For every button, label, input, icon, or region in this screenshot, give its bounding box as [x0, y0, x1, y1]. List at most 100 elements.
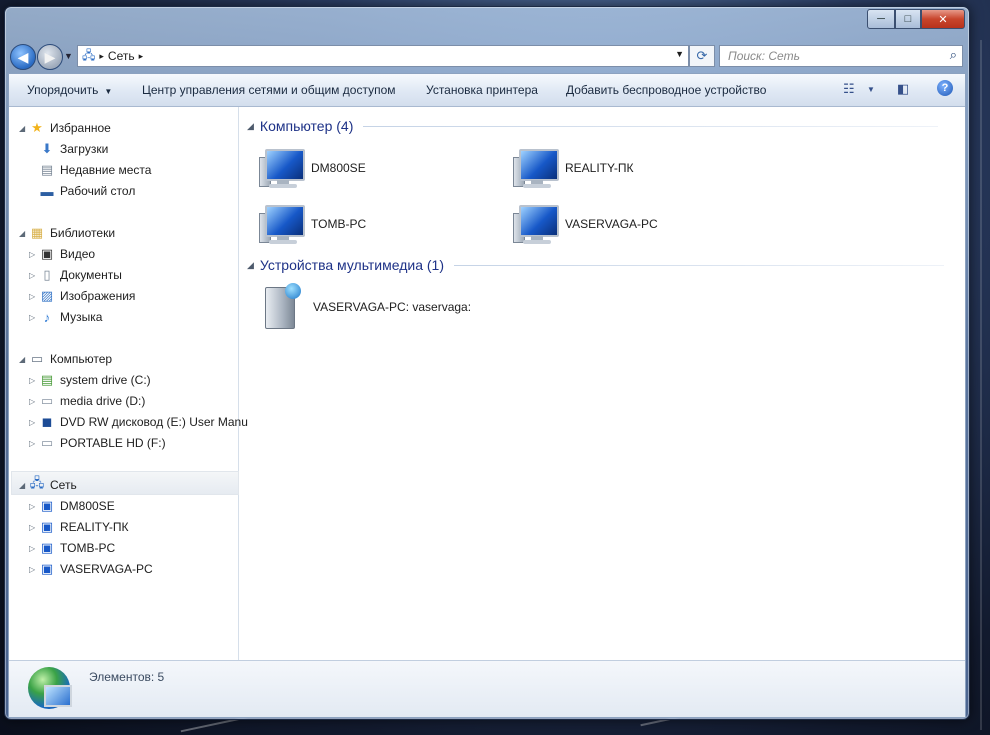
expand-icon[interactable]: ◢: [19, 481, 29, 490]
nav-item-video[interactable]: ▷ ▣ Видео: [29, 244, 95, 264]
collapse-group-icon[interactable]: ◢: [247, 260, 254, 271]
breadcrumb-separator-end[interactable]: ▸: [139, 51, 144, 62]
navigation-bar: ◀ ▶ ▼ 🖧 ▸ Сеть ▸ ▼ ⟳ Поиск: Сеть ⌕: [5, 41, 969, 71]
hard-drive-icon: ▭: [40, 393, 54, 408]
minimize-button[interactable]: ─: [867, 9, 895, 29]
caption-buttons: ─ □ ✕: [867, 9, 965, 29]
back-button[interactable]: ◀: [10, 44, 36, 70]
organize-button[interactable]: Упорядочить ▼: [27, 83, 112, 97]
computer-item[interactable]: DM800SE: [259, 147, 366, 189]
nav-network[interactable]: ◢ 🖧 Сеть: [19, 475, 77, 495]
chevron-down-icon: ▼: [104, 87, 113, 96]
nav-item-desktop[interactable]: ▬ Рабочий стол: [39, 181, 136, 201]
explorer-window: ─ □ ✕ ◀ ▶ ▼ 🖧 ▸ Сеть ▸ ▼ ⟳ Поиск: Сеть ⌕…: [4, 6, 970, 720]
command-bar: Упорядочить ▼ Центр управления сетями и о…: [9, 74, 965, 107]
library-icon: ▦: [30, 225, 44, 240]
view-options-icon[interactable]: ☷: [843, 81, 855, 97]
nav-item-downloads[interactable]: ⬇ Загрузки: [39, 139, 109, 159]
computer-icon: ▭: [30, 351, 44, 366]
group-header-media[interactable]: ◢ Устройства мультимедиа (1): [247, 257, 945, 273]
system-drive-icon: ▤: [40, 372, 54, 387]
add-wireless-device-button[interactable]: Добавить беспроводное устройство: [566, 83, 766, 97]
nav-item-drive-f[interactable]: ▷ ▭ PORTABLE HD (F:): [29, 433, 166, 453]
computer-icon: [513, 147, 559, 189]
star-icon: ★: [31, 120, 43, 135]
collapse-icon[interactable]: ▷: [29, 502, 39, 511]
explorer-client: Упорядочить ▼ Центр управления сетями и о…: [8, 73, 966, 718]
nav-item-drive-c[interactable]: ▷ ▤ system drive (C:): [29, 370, 151, 390]
arrow-right-icon: ▶: [44, 48, 56, 65]
collapse-icon[interactable]: ▷: [29, 439, 39, 448]
network-icon: 🖧: [29, 475, 45, 490]
nav-item-recent-places[interactable]: ▤ Недавние места: [39, 160, 152, 180]
nav-item-reality-pc[interactable]: ▷ ▣ REALITY-ПК: [29, 517, 129, 537]
expand-icon[interactable]: ◢: [19, 355, 29, 364]
media-device-icon: [263, 283, 307, 331]
nav-item-documents[interactable]: ▷ ▯ Документы: [29, 265, 122, 285]
desktop-icon: ▬: [40, 183, 54, 199]
computer-icon: ▣: [40, 561, 54, 576]
close-button[interactable]: ✕: [921, 9, 965, 29]
help-icon[interactable]: ?: [937, 80, 953, 96]
documents-icon: ▯: [43, 267, 51, 282]
collapse-icon[interactable]: ▷: [29, 565, 39, 574]
computer-item[interactable]: VASERVAGA-PC: [513, 203, 658, 245]
maximize-button[interactable]: □: [895, 9, 921, 29]
computer-icon: [259, 203, 305, 245]
expand-icon[interactable]: ◢: [19, 124, 29, 133]
details-pane: Элементов: 5: [9, 660, 965, 717]
collapse-icon[interactable]: ▷: [29, 313, 39, 322]
group-header-computers[interactable]: ◢ Компьютер (4): [247, 118, 939, 134]
view-dropdown-icon[interactable]: ▼: [867, 85, 875, 94]
nav-item-tomb-pc[interactable]: ▷ ▣ TOMB-PC: [29, 538, 115, 558]
computer-icon: [259, 147, 305, 189]
hard-drive-icon: ▭: [40, 435, 54, 450]
collapse-icon[interactable]: ▷: [29, 418, 39, 427]
network-center-button[interactable]: Центр управления сетями и общим доступом: [142, 83, 396, 97]
nav-item-pictures[interactable]: ▷ ▨ Изображения: [29, 286, 135, 306]
music-icon: ♪: [43, 309, 51, 325]
nav-item-music[interactable]: ▷ ♪ Музыка: [29, 307, 102, 327]
collapse-icon[interactable]: ▷: [29, 271, 39, 280]
search-input[interactable]: Поиск: Сеть: [728, 49, 800, 63]
group-divider: [363, 125, 939, 127]
video-icon: ▣: [40, 246, 54, 261]
add-printer-button[interactable]: Установка принтера: [426, 83, 538, 97]
nav-item-drive-e[interactable]: ▷ ◼ DVD RW дисковод (E:) User Manu: [29, 412, 248, 432]
search-icon[interactable]: ⌕: [950, 47, 957, 63]
computer-icon: ▣: [40, 540, 54, 555]
nav-item-vaservaga-pc[interactable]: ▷ ▣ VASERVAGA-PC: [29, 559, 153, 579]
computer-item[interactable]: TOMB-PC: [259, 203, 366, 245]
collapse-icon[interactable]: ▷: [29, 292, 39, 301]
navigation-pane: ◢ ★ Избранное ⬇ Загрузки ▤ Недавние места ▬ Р…: [9, 107, 248, 660]
downloads-folder-icon: ⬇: [41, 141, 53, 156]
collapse-icon[interactable]: ▷: [29, 376, 39, 385]
nav-favorites[interactable]: ◢ ★ Избранное: [19, 118, 111, 138]
preview-pane-icon[interactable]: ◧: [897, 81, 909, 97]
media-device-item[interactable]: VASERVAGA-PC: vaservaga:: [263, 283, 471, 331]
nav-computer[interactable]: ◢ ▭ Компьютер: [19, 349, 112, 369]
collapse-icon[interactable]: ▷: [29, 250, 39, 259]
nav-libraries[interactable]: ◢ ▦ Библиотеки: [19, 223, 115, 243]
group-divider: [454, 264, 945, 266]
breadcrumb-separator[interactable]: ▸: [99, 51, 104, 62]
refresh-button[interactable]: ⟳: [689, 45, 715, 67]
search-box[interactable]: Поиск: Сеть ⌕: [719, 45, 963, 67]
network-icon: 🖧: [82, 47, 96, 62]
breadcrumb-network[interactable]: Сеть: [108, 49, 135, 63]
nav-item-drive-d[interactable]: ▷ ▭ media drive (D:): [29, 391, 145, 411]
address-history-dropdown[interactable]: ▼: [675, 49, 684, 59]
content-pane: ◢ Компьютер (4) DM800SE REALITY-ПК TOMB-…: [239, 107, 965, 660]
address-bar[interactable]: 🖧 ▸ Сеть ▸ ▼: [77, 45, 689, 67]
nav-item-dm800se[interactable]: ▷ ▣ DM800SE: [29, 496, 115, 516]
recent-places-icon: ▤: [40, 162, 54, 177]
computer-item[interactable]: REALITY-ПК: [513, 147, 634, 189]
collapse-icon[interactable]: ▷: [29, 523, 39, 532]
collapse-icon[interactable]: ▷: [29, 544, 39, 553]
forward-button[interactable]: ▶: [37, 44, 63, 70]
recent-pages-dropdown[interactable]: ▼: [64, 51, 73, 61]
collapse-group-icon[interactable]: ◢: [247, 121, 254, 132]
arrow-left-icon: ◀: [17, 48, 29, 65]
expand-icon[interactable]: ◢: [19, 229, 29, 238]
collapse-icon[interactable]: ▷: [29, 397, 39, 406]
